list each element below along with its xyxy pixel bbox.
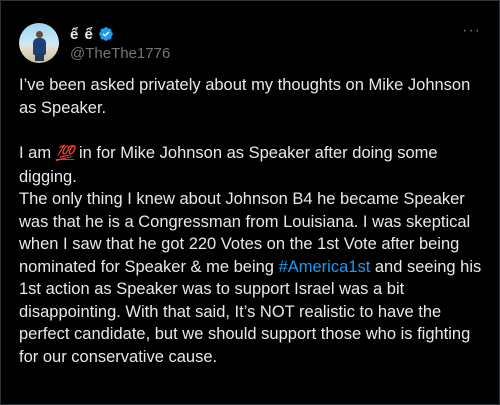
tweet-paragraph-2: I am 💯 in for Mike Johnson as Speaker af… [19,142,485,188]
tweet-paragraph-1: I’ve been asked privately about my thoug… [19,76,471,117]
author-handle[interactable]: @TheThe1776 [70,45,170,62]
hundred-points-icon: 💯 [55,145,75,162]
tweet-paragraph-3: The only thing I knew about Johnson B4 h… [19,188,485,368]
avatar-figure-legs [35,53,44,61]
display-name[interactable]: ể ể [70,26,94,43]
tweet-card: ể ể @TheThe1776 ··· I’ve been asked priv… [0,0,500,405]
hashtag-link[interactable]: #America1st [279,258,371,276]
verified-badge-icon[interactable] [98,26,114,42]
tweet-text-segment: in for Mike Johnson as Speaker after doi… [19,144,438,186]
author-name-row: ể ể [70,24,170,44]
tweet-text-segment: I am [19,144,56,162]
more-options-icon[interactable]: ··· [462,23,481,39]
avatar[interactable] [19,23,59,63]
author-block: ể ể @TheThe1776 [70,24,170,63]
avatar-figure-head [36,31,43,38]
tweet-header: ể ể @TheThe1776 [19,21,170,65]
tweet-text: I’ve been asked privately about my thoug… [19,74,485,368]
